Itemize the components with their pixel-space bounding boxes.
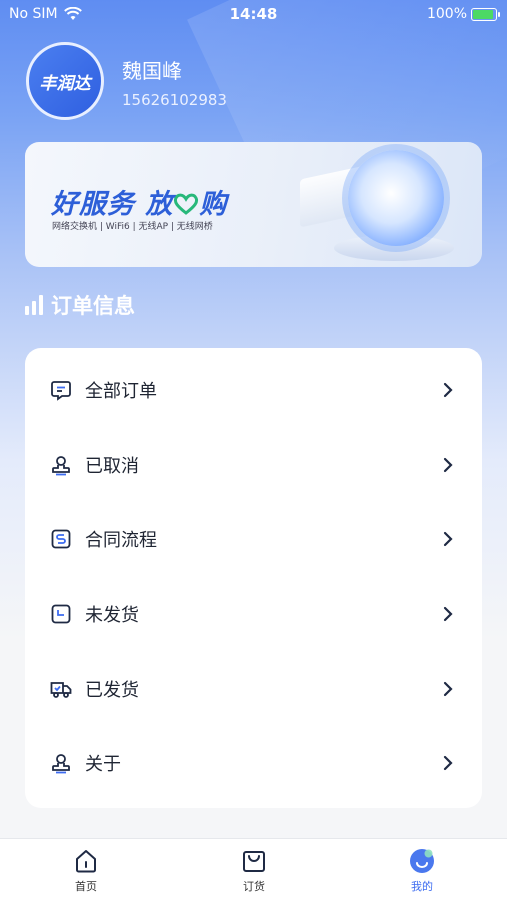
- tab-label: 我的: [411, 880, 433, 893]
- chevron-right-icon: [443, 457, 453, 473]
- banner-title: 好服务 放购: [51, 182, 227, 221]
- order-menu-card: 全部订单 已取消 合同流程 未发货 已发货 关于: [25, 348, 482, 808]
- heart-icon: [174, 193, 199, 215]
- shopping-bag-icon: [243, 851, 265, 872]
- chevron-right-icon: [443, 606, 453, 622]
- status-bar: No SIM 14:48 100%: [0, 0, 507, 28]
- stamp-icon: [52, 456, 70, 476]
- avatar-logo-text: 丰润达: [39, 73, 91, 94]
- menu-item-label: 已取消: [85, 456, 139, 477]
- message-square-icon: [51, 381, 71, 401]
- chevron-right-icon: [443, 681, 453, 697]
- menu-item-all-orders[interactable]: 全部订单: [25, 360, 482, 420]
- tab-home[interactable]: 首页: [36, 847, 136, 894]
- profile-icon: [410, 849, 434, 873]
- menu-item-shipped[interactable]: 已发货: [25, 659, 482, 719]
- menu-item-about[interactable]: 关于: [25, 733, 482, 793]
- tab-bar: 首页 订货 我的: [0, 838, 507, 900]
- banner-title-part2: 购: [199, 189, 228, 220]
- menu-item-cancelled[interactable]: 已取消: [25, 435, 482, 495]
- section-title: 订单信息: [25, 290, 135, 320]
- tab-mine[interactable]: 我的: [372, 847, 472, 894]
- menu-item-contract-process[interactable]: 合同流程: [25, 509, 482, 569]
- menu-item-not-shipped[interactable]: 未发货: [25, 584, 482, 644]
- user-name: 魏国峰: [122, 59, 182, 83]
- contract-s-icon: [51, 529, 71, 549]
- avatar[interactable]: 丰润达: [26, 42, 104, 120]
- menu-item-label: 未发货: [85, 605, 139, 626]
- bar-chart-icon: [25, 295, 43, 315]
- battery-icon: [471, 7, 500, 21]
- battery-percent: 100%: [426, 6, 467, 22]
- stamp-icon: [52, 754, 70, 774]
- banner-subtitle: 网络交换机 | WiFi6 | 无线AP | 无线网桥: [52, 222, 213, 232]
- menu-item-label: 全部订单: [85, 381, 157, 402]
- menu-item-label: 关于: [85, 754, 121, 775]
- menu-item-label: 合同流程: [85, 530, 157, 551]
- banner-title-part1: 好服务 放: [51, 189, 174, 220]
- chevron-right-icon: [443, 755, 453, 771]
- tab-order[interactable]: 订货: [204, 847, 304, 894]
- tab-label: 首页: [75, 880, 97, 893]
- user-phone: 15626102983: [122, 91, 227, 109]
- banner-illustration-ring: [348, 150, 444, 246]
- chevron-right-icon: [443, 382, 453, 398]
- section-title-text: 订单信息: [51, 294, 135, 318]
- home-icon: [76, 850, 96, 873]
- chevron-right-icon: [443, 531, 453, 547]
- clock-icon: [51, 604, 71, 624]
- tab-label: 订货: [243, 880, 265, 893]
- menu-item-label: 已发货: [85, 680, 139, 701]
- status-right: 100%: [426, 6, 500, 22]
- truck-icon: [50, 682, 72, 698]
- promo-banner[interactable]: 好服务 放购 网络交换机 | WiFi6 | 无线AP | 无线网桥: [25, 142, 482, 267]
